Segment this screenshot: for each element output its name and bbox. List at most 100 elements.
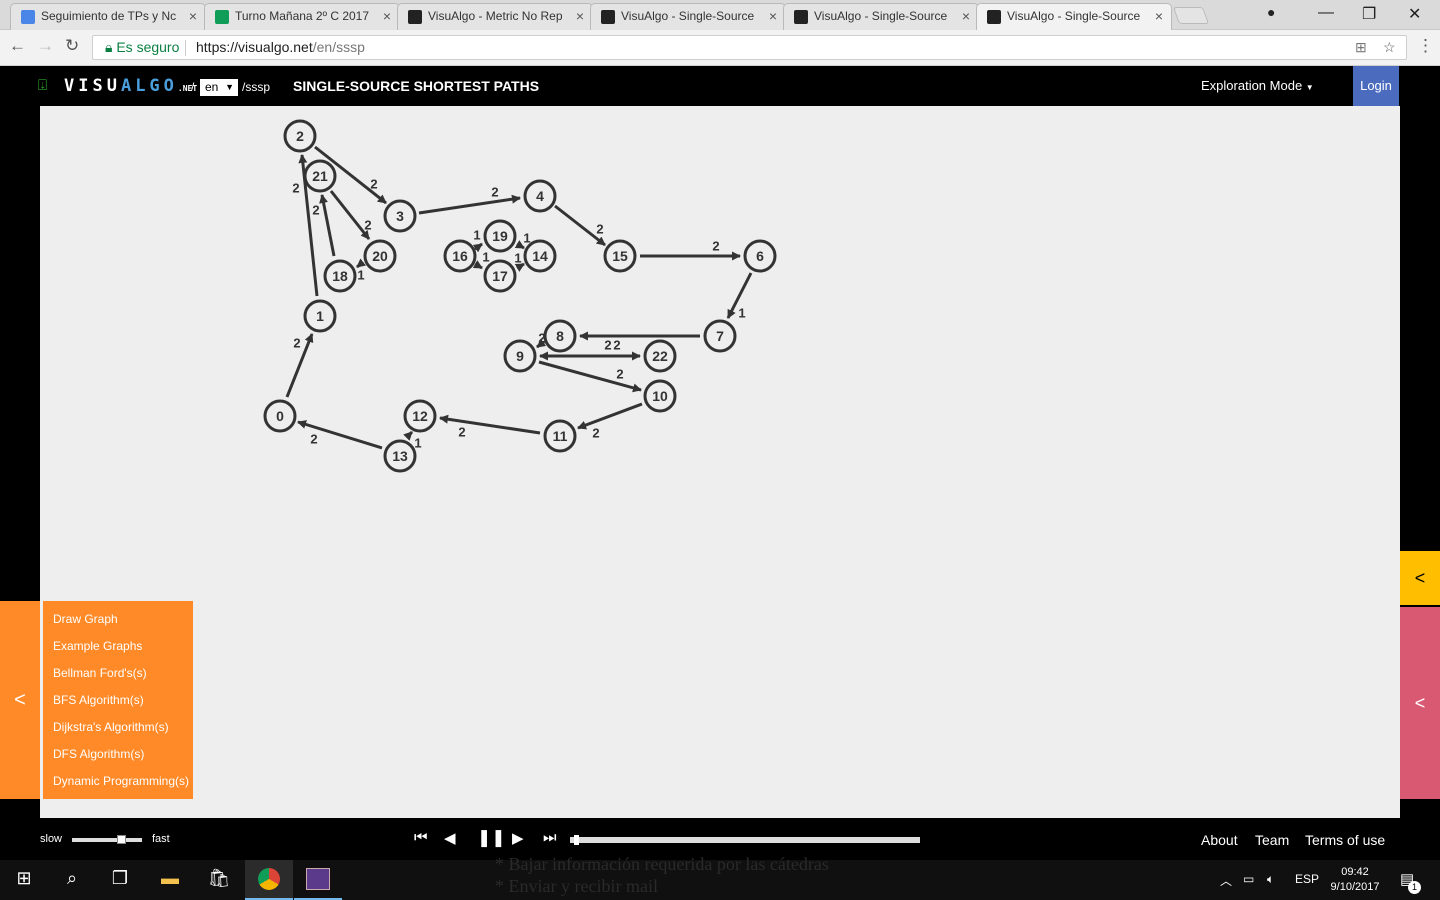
store-icon[interactable]: 🛍︎: [204, 868, 234, 889]
chrome-taskbar-button[interactable]: [245, 860, 293, 900]
menu-item-bfs[interactable]: BFS Algorithm(s): [53, 693, 144, 707]
clock-time: 09:42: [1341, 866, 1369, 878]
close-tab-icon[interactable]: ×: [1155, 4, 1163, 29]
close-tab-icon[interactable]: ×: [383, 4, 391, 29]
background-text: * Enviar y recibir mail: [495, 876, 658, 896]
search-icon[interactable]: ⌕: [57, 868, 87, 889]
profile-icon[interactable]: ●: [1267, 4, 1275, 20]
secure-indicator[interactable]: 🔒︎ Es seguro: [105, 36, 179, 59]
visualgo-favicon-icon: [408, 10, 422, 24]
menu-item-dynamic-programming[interactable]: Dynamic Programming(s): [53, 774, 189, 788]
graph-canvas[interactable]: [40, 106, 1400, 818]
translate-icon[interactable]: ⊞: [1355, 36, 1367, 59]
actions-menu: Draw Graph Example Graphs Bellman Ford's…: [43, 601, 193, 799]
team-link[interactable]: Team: [1255, 832, 1289, 848]
clock-date: 9/10/2017: [1330, 881, 1380, 893]
app-icon: [306, 868, 330, 890]
login-button[interactable]: Login: [1353, 66, 1399, 106]
status-panel-toggle[interactable]: <: [1400, 551, 1440, 605]
minimize-icon[interactable]: —: [1318, 4, 1334, 22]
caret-down-icon: ▼: [1305, 83, 1314, 92]
chevron-left-icon: <: [1414, 568, 1426, 588]
close-tab-icon[interactable]: ×: [576, 4, 584, 29]
pause-icon[interactable]: ❚❚: [477, 828, 506, 848]
chevron-left-icon: <: [1414, 693, 1426, 713]
browser-toolbar: ← → ↻ 🔒︎ Es seguro https://visualgo.net/…: [0, 30, 1440, 66]
volume-icon[interactable]: 🔈︎: [1267, 872, 1274, 887]
actions-menu-toggle[interactable]: <: [0, 601, 40, 799]
mode-label: Exploration Mode: [1201, 78, 1303, 93]
terms-link[interactable]: Terms of use: [1305, 832, 1385, 848]
tab-title: VisuAlgo - Metric No Rep: [428, 9, 563, 23]
address-bar[interactable]: 🔒︎ Es seguro https://visualgo.net/en/sss…: [92, 35, 1407, 60]
browser-tab-active[interactable]: VisuAlgo - Single-Source ×: [976, 3, 1172, 31]
windows-start-icon[interactable]: ⊞: [9, 868, 39, 889]
background-text: * Bajar información requerida por las cá…: [495, 854, 829, 874]
close-tab-icon[interactable]: ×: [189, 4, 197, 29]
codetrace-panel-toggle[interactable]: <: [1400, 607, 1440, 799]
menu-item-example-graphs[interactable]: Example Graphs: [53, 639, 142, 653]
browser-tab[interactable]: Turno Mañana 2º C 2017 ×: [204, 3, 400, 30]
reload-icon[interactable]: ↻: [65, 36, 79, 56]
browser-tab[interactable]: VisuAlgo - Single-Source ×: [783, 3, 979, 30]
logo-visu: VISU: [64, 76, 121, 96]
dropdown-arrow-icon: ▼: [225, 82, 234, 92]
browser-tab[interactable]: VisuAlgo - Metric No Rep ×: [397, 3, 593, 30]
new-tab-button[interactable]: [1172, 7, 1210, 24]
close-tab-icon[interactable]: ×: [962, 4, 970, 29]
progress-handle[interactable]: [573, 835, 579, 845]
menu-item-bellman-ford[interactable]: Bellman Ford's(s): [53, 666, 147, 680]
step-backward-icon[interactable]: ◀︎: [444, 829, 456, 847]
path-slash: /: [191, 80, 195, 94]
url-text[interactable]: https://visualgo.net/en/sssp: [196, 36, 365, 59]
tab-title: VisuAlgo - Single-Source: [621, 9, 755, 23]
sheets-favicon-icon: [215, 10, 229, 24]
go-to-end-icon[interactable]: ⏭: [543, 829, 557, 846]
language-select[interactable]: en ▼: [200, 79, 238, 96]
speed-slider-handle[interactable]: [117, 835, 126, 844]
module-path: /sssp: [242, 80, 271, 94]
about-link[interactable]: About: [1201, 832, 1238, 848]
forward-icon[interactable]: →: [37, 36, 54, 56]
divider: [185, 40, 186, 56]
restore-icon[interactable]: ❐: [1362, 4, 1376, 24]
windows-taskbar: * Bajar información requerida por las cá…: [0, 854, 1440, 900]
task-view-icon[interactable]: ❐: [105, 868, 135, 889]
close-window-icon[interactable]: ✕: [1408, 4, 1421, 24]
back-icon[interactable]: ←: [9, 36, 26, 56]
chrome-icon: [258, 868, 280, 890]
url-host: https://visualgo.net: [196, 39, 313, 55]
go-to-beginning-icon[interactable]: ⏮: [414, 829, 428, 846]
bookmark-star-icon[interactable]: ☆: [1383, 36, 1396, 59]
menu-item-draw-graph[interactable]: Draw Graph: [53, 612, 118, 626]
show-hidden-icons-icon[interactable]: ︿: [1220, 872, 1232, 889]
page-title: SINGLE-SOURCE SHORTEST PATHS: [293, 78, 540, 94]
network-icon[interactable]: ▭: [1243, 872, 1254, 886]
menu-item-dfs[interactable]: DFS Algorithm(s): [53, 747, 144, 761]
tab-title: VisuAlgo - Single-Source: [814, 9, 948, 23]
browser-tab[interactable]: Seguimiento de TPs y Nc ×: [10, 3, 206, 30]
browser-tab[interactable]: VisuAlgo - Single-Source ×: [590, 3, 786, 30]
tab-title: Turno Mañana 2º C 2017: [235, 9, 370, 23]
mode-dropdown[interactable]: Exploration Mode ▼: [1201, 78, 1314, 93]
visualgo-mascot-icon: ⍗: [38, 77, 48, 94]
browser-tab-strip: Seguimiento de TPs y Nc × Turno Mañana 2…: [0, 0, 1440, 31]
clock[interactable]: 09:42 9/10/2017: [1322, 865, 1388, 895]
visualgo-header: ⍗ VISUALGO.NET / en ▼ /sssp SINGLE-SOURCE…: [0, 66, 1440, 106]
speed-slider[interactable]: [72, 838, 142, 842]
input-language[interactable]: ESP: [1295, 872, 1319, 886]
close-tab-icon[interactable]: ×: [769, 4, 777, 29]
file-explorer-icon[interactable]: ▬: [155, 868, 185, 889]
tab-title: VisuAlgo - Single-Source: [1007, 9, 1141, 23]
step-forward-icon[interactable]: ▶︎: [512, 829, 524, 847]
visualgo-favicon-icon: [601, 10, 615, 24]
progress-bar[interactable]: [570, 837, 920, 843]
visualgo-logo[interactable]: VISUALGO.NET: [64, 76, 197, 96]
menu-item-dijkstra[interactable]: Dijkstra's Algorithm(s): [53, 720, 169, 734]
speed-slow-label: slow: [40, 833, 63, 845]
menu-kebab-icon[interactable]: ⋮: [1417, 36, 1434, 56]
app-taskbar-button[interactable]: [294, 860, 342, 900]
language-value: en: [205, 80, 219, 94]
visualgo-favicon-icon: [794, 10, 808, 24]
speed-fast-label: fast: [152, 833, 170, 845]
